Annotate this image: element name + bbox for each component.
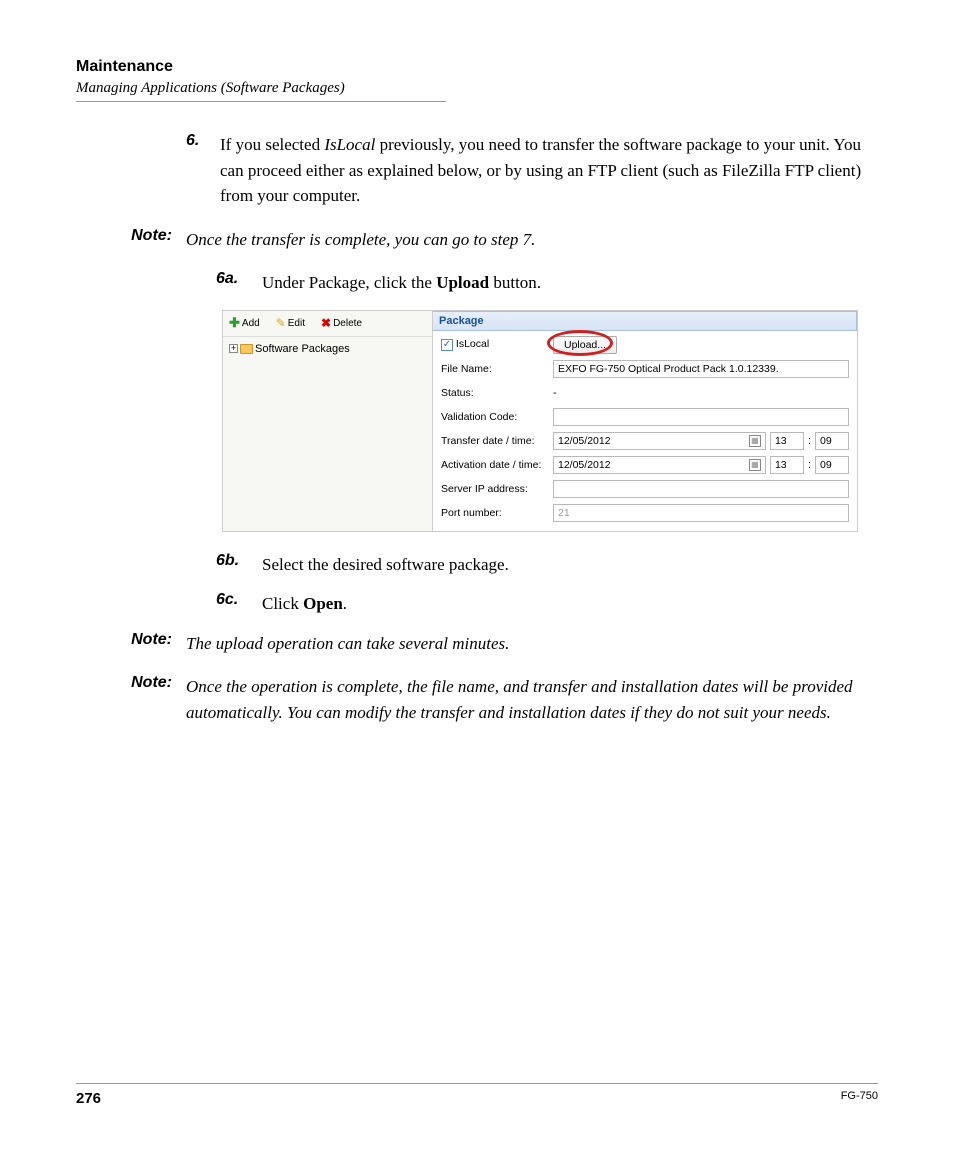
delete-button[interactable]: ✖ Delete [321, 316, 362, 330]
header-rule [76, 101, 446, 102]
header-subtitle: Managing Applications (Software Packages… [76, 80, 878, 97]
right-pane: Package ✓ IsLocal Upload... File Name: [433, 311, 857, 531]
port-input[interactable] [553, 504, 849, 522]
calendar-icon[interactable]: ▦ [749, 459, 761, 471]
transfer-hour-input[interactable] [770, 432, 804, 450]
step-6b-body: Select the desired software package. [262, 552, 878, 578]
validation-label: Validation Code: [441, 411, 553, 423]
step-6c-body: Click Open. [262, 591, 878, 617]
activation-hour-input[interactable] [770, 456, 804, 474]
page-number: 276 [76, 1090, 101, 1107]
note-2-body: The upload operation can take several mi… [186, 631, 878, 657]
validation-input[interactable] [553, 408, 849, 426]
pencil-icon: ✎ [276, 316, 286, 330]
step-6-number: 6. [186, 132, 220, 209]
islocal-checkbox[interactable]: ✓ [441, 339, 453, 351]
edit-button[interactable]: ✎ Edit [276, 316, 305, 330]
step-6a-body: Under Package, click the Upload button. [262, 270, 878, 296]
islocal-label: IsLocal [456, 338, 489, 350]
delete-label: Delete [333, 318, 362, 329]
add-label: Add [242, 318, 260, 329]
time-colon: : [808, 459, 811, 471]
port-label: Port number: [441, 507, 553, 519]
step-6a-t3: button. [489, 273, 541, 292]
expand-icon[interactable]: + [229, 344, 238, 353]
header-title: Maintenance [76, 58, 878, 76]
app-screenshot: ✚ Add ✎ Edit ✖ Delete + Software Package… [222, 310, 858, 532]
step-6c-t1: Click [262, 594, 303, 613]
transfer-min-input[interactable] [815, 432, 849, 450]
activation-date-input[interactable]: 12/05/2012 ▦ [553, 456, 766, 474]
package-form: ✓ IsLocal Upload... File Name: Status [433, 331, 857, 531]
edit-label: Edit [288, 318, 305, 329]
note-1-label: Note: [114, 227, 186, 253]
step-6c-t3: . [343, 594, 347, 613]
doc-code: FG-750 [841, 1090, 878, 1107]
step-6c-open-word: Open [303, 594, 343, 613]
step-6c-number: 6c. [216, 591, 262, 617]
filename-input[interactable] [553, 360, 849, 378]
time-colon: : [808, 435, 811, 447]
islocal-row: ✓ IsLocal [441, 338, 553, 351]
transfer-date-input[interactable]: 12/05/2012 ▦ [553, 432, 766, 450]
tree-root-row[interactable]: + Software Packages [229, 343, 426, 355]
note-3-body: Once the operation is complete, the file… [186, 674, 878, 725]
transfer-label: Transfer date / time: [441, 435, 553, 447]
tree-panel: + Software Packages [223, 337, 432, 527]
delete-icon: ✖ [321, 316, 331, 330]
step-6a-number: 6a. [216, 270, 262, 296]
step-6-body: If you selected IsLocal previously, you … [220, 132, 878, 209]
page-footer: 276 FG-750 [76, 1083, 878, 1107]
step-6a-t1: Under Package, click the [262, 273, 436, 292]
folder-icon [240, 344, 253, 354]
status-label: Status: [441, 387, 553, 399]
note-2-label: Note: [114, 631, 186, 657]
activation-label: Activation date / time: [441, 459, 553, 471]
note-3-label: Note: [114, 674, 186, 725]
step-6b-number: 6b. [216, 552, 262, 578]
transfer-date-value: 12/05/2012 [558, 435, 611, 447]
left-pane: ✚ Add ✎ Edit ✖ Delete + Software Package… [223, 311, 433, 531]
filename-label: File Name: [441, 363, 553, 375]
serverip-label: Server IP address: [441, 483, 553, 495]
add-button[interactable]: ✚ Add [229, 315, 260, 331]
step-6-islocal: IsLocal [324, 135, 375, 154]
activation-min-input[interactable] [815, 456, 849, 474]
plus-icon: ✚ [229, 315, 240, 331]
step-6-text-a: If you selected [220, 135, 324, 154]
calendar-icon[interactable]: ▦ [749, 435, 761, 447]
note-1-body: Once the transfer is complete, you can g… [186, 227, 878, 253]
package-header: Package [433, 311, 857, 331]
status-value: - [553, 387, 849, 399]
serverip-input[interactable] [553, 480, 849, 498]
activation-date-value: 12/05/2012 [558, 459, 611, 471]
step-6a-upload-word: Upload [436, 273, 489, 292]
toolbar: ✚ Add ✎ Edit ✖ Delete [223, 311, 432, 337]
upload-button[interactable]: Upload... [553, 336, 617, 354]
tree-root-label: Software Packages [255, 343, 350, 355]
